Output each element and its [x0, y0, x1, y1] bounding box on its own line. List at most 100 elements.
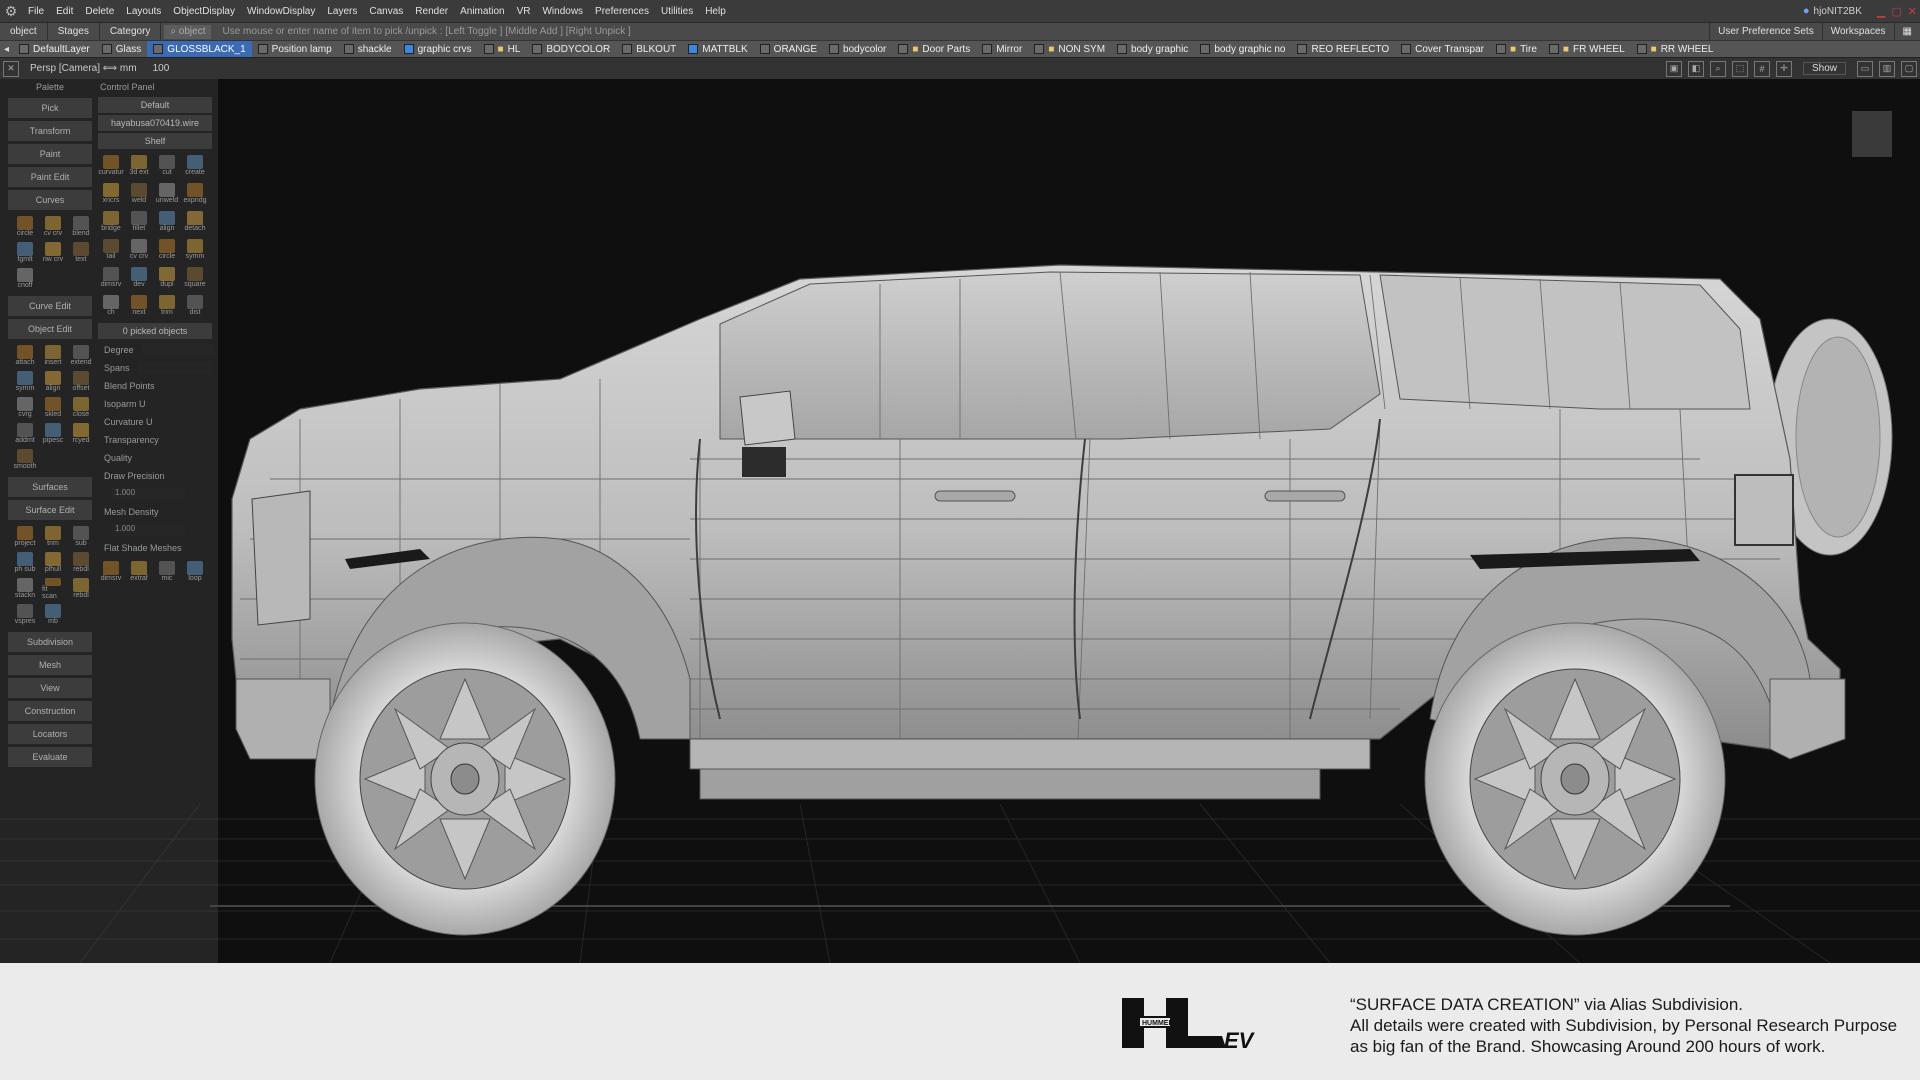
tool-dimsrv-icon[interactable]: dimsrv — [100, 561, 122, 583]
menu-layers[interactable]: Layers — [321, 6, 363, 17]
zoom-value[interactable]: 100 — [145, 63, 178, 74]
layer-scroll-left-icon[interactable]: ◂ — [0, 44, 13, 55]
layer-rr-wheel[interactable]: ■ RR WHEEL — [1631, 41, 1720, 57]
layer-visibility-checkbox[interactable] — [622, 44, 633, 54]
tool-dupl-icon[interactable]: dupl — [156, 267, 178, 289]
split-view-icon[interactable]: ▥ — [1879, 60, 1895, 77]
pivot-icon[interactable]: ✛ — [1775, 60, 1792, 77]
stages-button[interactable]: Stages — [48, 23, 100, 40]
tool-align-icon[interactable]: align — [156, 211, 178, 233]
close-view-icon[interactable]: ✕ — [3, 60, 19, 77]
tool-trim-icon[interactable]: trim — [156, 295, 178, 317]
tool-blend-icon[interactable]: blend — [70, 216, 92, 238]
object-mode-label[interactable]: object — [0, 23, 48, 40]
prompt-line[interactable]: Use mouse or enter name of item to pick … — [214, 26, 1709, 37]
tool-xncrs-icon[interactable]: xncrs — [100, 183, 122, 205]
perspective-viewport[interactable] — [0, 79, 1920, 963]
tool-rebdl-icon[interactable]: rebdl — [70, 578, 92, 600]
layer-body-graphic-no[interactable]: body graphic no — [1194, 41, 1291, 57]
tool-dev-icon[interactable]: dev — [128, 267, 150, 289]
palette-section-locators[interactable]: Locators — [8, 724, 92, 744]
layer-cover-transpar[interactable]: Cover Transpar — [1395, 41, 1490, 57]
tool-skled-icon[interactable]: skled — [42, 397, 64, 419]
tool-align-icon[interactable]: align — [42, 371, 64, 393]
tool-smooth-icon[interactable]: smooth — [14, 449, 36, 471]
tool-symm-icon[interactable]: symm — [14, 371, 36, 393]
tool-text-icon[interactable]: text — [70, 242, 92, 264]
layer-visibility-checkbox[interactable] — [688, 44, 699, 54]
layer-glossblack-1[interactable]: GLOSSBLACK_1 — [147, 41, 252, 57]
layer-visibility-checkbox[interactable] — [483, 44, 494, 54]
tool-plhull-icon[interactable]: plhull — [42, 552, 64, 574]
tool-cnoff-icon[interactable]: cnoff — [14, 268, 36, 290]
menu-vr[interactable]: VR — [511, 6, 537, 17]
layer-visibility-checkbox[interactable] — [1401, 44, 1412, 54]
tool-loop-icon[interactable]: loop — [184, 561, 206, 583]
degree-input[interactable] — [141, 344, 214, 356]
tool-unweld-icon[interactable]: unweld — [156, 183, 178, 205]
layer-visibility-checkbox[interactable] — [403, 44, 414, 54]
tool-dist-icon[interactable]: dist — [184, 295, 206, 317]
tool-sub-icon[interactable]: sub — [70, 526, 92, 548]
tool-extend-icon[interactable]: extend — [70, 345, 92, 367]
layer-visibility-checkbox[interactable] — [532, 44, 543, 54]
layer-visibility-checkbox[interactable] — [19, 44, 30, 54]
shade-icon[interactable]: ◧ — [1687, 60, 1704, 77]
palette-section-construction[interactable]: Construction — [8, 701, 92, 721]
tool-close-icon[interactable]: close — [70, 397, 92, 419]
perspective-icon[interactable]: ▣ — [1665, 60, 1682, 77]
tool-cv-crv-icon[interactable]: cv crv — [128, 239, 150, 261]
tool-cvrg-icon[interactable]: cvrg — [14, 397, 36, 419]
palette-section-view[interactable]: View — [8, 678, 92, 698]
menu-edit[interactable]: Edit — [50, 6, 79, 17]
tool-weld-icon[interactable]: weld — [128, 183, 150, 205]
layer-visibility-checkbox[interactable] — [101, 44, 112, 54]
tool-expndg-icon[interactable]: expndg — [184, 183, 206, 205]
menu-objectdisplay[interactable]: ObjectDisplay — [167, 6, 241, 17]
show-button[interactable]: Show — [1802, 62, 1846, 75]
layer-bodycolor[interactable]: bodycolor — [823, 41, 892, 57]
layer-visibility-checkbox[interactable] — [1548, 44, 1559, 54]
tool-symm-icon[interactable]: symm — [184, 239, 206, 261]
layer-graphic-crvs[interactable]: graphic crvs — [398, 41, 478, 57]
tool-mb-icon[interactable]: mb — [42, 604, 64, 626]
layer-visibility-checkbox[interactable] — [1297, 44, 1308, 54]
maximize-view-icon[interactable]: ▢ — [1901, 60, 1917, 77]
layer-defaultlayer[interactable]: DefaultLayer — [13, 41, 96, 57]
layout-icon[interactable]: ▦ — [1893, 23, 1920, 40]
layer-body-graphic[interactable]: body graphic — [1111, 41, 1194, 57]
palette-section-transform[interactable]: Transform — [8, 121, 92, 141]
layer-visibility-checkbox[interactable] — [153, 44, 164, 54]
menu-file[interactable]: File — [22, 6, 50, 17]
tool-project-icon[interactable]: project — [14, 526, 36, 548]
zoom-icon[interactable]: ⌕ — [1709, 60, 1726, 77]
tool-3d-ext-icon[interactable]: 3d ext — [128, 155, 150, 177]
flat-shade-meshes-toggle[interactable]: Flat Shade Meshes — [96, 539, 214, 557]
tool-rcyed-icon[interactable]: rcyed — [70, 423, 92, 445]
minimize-icon[interactable]: ▁ — [1874, 5, 1888, 18]
tool-insert-icon[interactable]: insert — [42, 345, 64, 367]
transparency-row[interactable]: Transparency — [96, 431, 214, 449]
tool-bridge-icon[interactable]: bridge — [100, 211, 122, 233]
layer-orange[interactable]: ORANGE — [754, 41, 823, 57]
tool-dimsrv-icon[interactable]: dimsrv — [100, 267, 122, 289]
shelf-label[interactable]: Shelf — [98, 133, 212, 149]
palette-section-surface-edit[interactable]: Surface Edit — [8, 500, 92, 520]
layer-visibility-checkbox[interactable] — [1636, 44, 1647, 54]
tool-fit-scan-icon[interactable]: fit scan — [42, 578, 64, 600]
tool-addmt-icon[interactable]: addmt — [14, 423, 36, 445]
layer-visibility-checkbox[interactable] — [343, 44, 354, 54]
palette-section-mesh[interactable]: Mesh — [8, 655, 92, 675]
tool-fgmlt-icon[interactable]: fgmlt — [14, 242, 36, 264]
layer-mattblk[interactable]: MATTBLK — [682, 41, 753, 57]
palette-section-paint[interactable]: Paint — [8, 144, 92, 164]
menu-animation[interactable]: Animation — [454, 6, 510, 17]
tool-trim-icon[interactable]: trim — [42, 526, 64, 548]
frame-icon[interactable]: ⬚ — [1731, 60, 1748, 77]
layer-door-parts[interactable]: ■ Door Parts — [892, 41, 976, 57]
layer-fr-wheel[interactable]: ■ FR WHEEL — [1543, 41, 1631, 57]
layer-visibility-checkbox[interactable] — [982, 44, 993, 54]
layer-mirror[interactable]: Mirror — [976, 41, 1028, 57]
camera-label[interactable]: Persp [Camera] ⟺ mm — [22, 63, 145, 74]
palette-section-evaluate[interactable]: Evaluate — [8, 747, 92, 767]
